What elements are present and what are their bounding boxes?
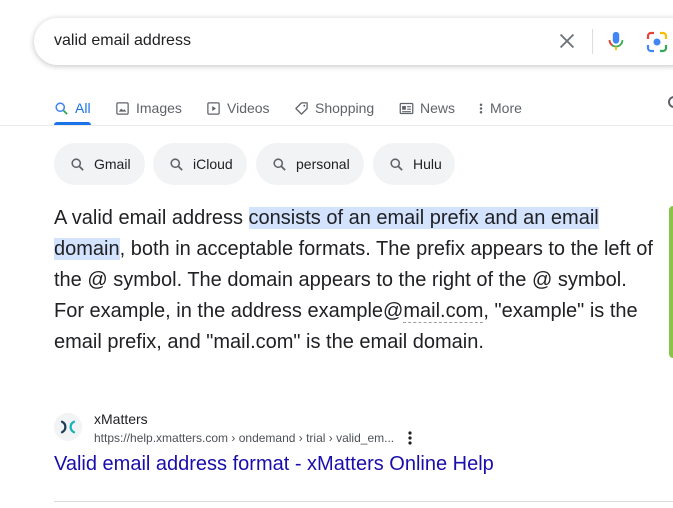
search-icon [390,157,403,171]
result-site-name[interactable]: xMatters [94,411,148,427]
tab-videos[interactable]: Videos [206,94,270,122]
side-card-edge [669,206,673,358]
snippet-term-link[interactable]: mail.com [403,300,484,323]
tab-label: All [75,100,91,116]
search-icon [273,157,286,171]
chip-label: Hulu [413,156,442,172]
tab-label: More [490,100,522,116]
more-vert-icon [479,103,483,113]
tag-icon [295,101,308,115]
settings-icon[interactable] [667,95,673,109]
tab-news[interactable]: News [399,94,455,122]
chip-label: iCloud [193,156,233,172]
chip-label: personal [296,156,350,172]
search-box[interactable]: valid email address [34,18,673,65]
search-divider [592,29,593,54]
chip-gmail[interactable]: Gmail [54,143,145,185]
clear-icon[interactable] [556,30,578,52]
xmatters-logo-icon [60,420,76,434]
tabs-divider [0,125,673,126]
featured-snippet: A valid email address consists of an ema… [54,203,654,358]
play-icon [207,101,220,115]
tab-all[interactable]: All [54,94,91,122]
search-icon [170,157,183,171]
search-input[interactable]: valid email address [54,32,191,50]
search-icon [55,101,68,115]
tab-more[interactable]: More [478,94,522,122]
more-options-icon[interactable] [404,430,416,446]
tab-label: Videos [227,100,270,116]
tab-images[interactable]: Images [115,94,182,122]
snippet-text: A valid email address [54,207,249,229]
tab-shopping[interactable]: Shopping [294,94,374,122]
chip-label: Gmail [94,156,131,172]
result-url[interactable]: https://help.xmatters.com › ondemand › t… [94,431,394,445]
tab-label: Shopping [315,100,375,116]
search-tabs: All Images Videos Shopping News More [0,88,673,126]
result-title-link[interactable]: Valid email address format - xMatters On… [54,453,494,476]
microphone-icon[interactable] [605,29,627,53]
chip-personal[interactable]: personal [256,143,364,185]
xmatters-favicon [54,413,82,441]
newspaper-icon [399,102,414,114]
camera-lens-icon[interactable] [645,30,669,54]
result-divider [54,501,673,502]
tab-label: News [420,100,456,116]
tab-label: Images [136,100,182,116]
search-icon [71,157,84,171]
chip-icloud[interactable]: iCloud [153,143,247,185]
chip-hulu[interactable]: Hulu [373,143,455,185]
image-icon [116,101,129,115]
